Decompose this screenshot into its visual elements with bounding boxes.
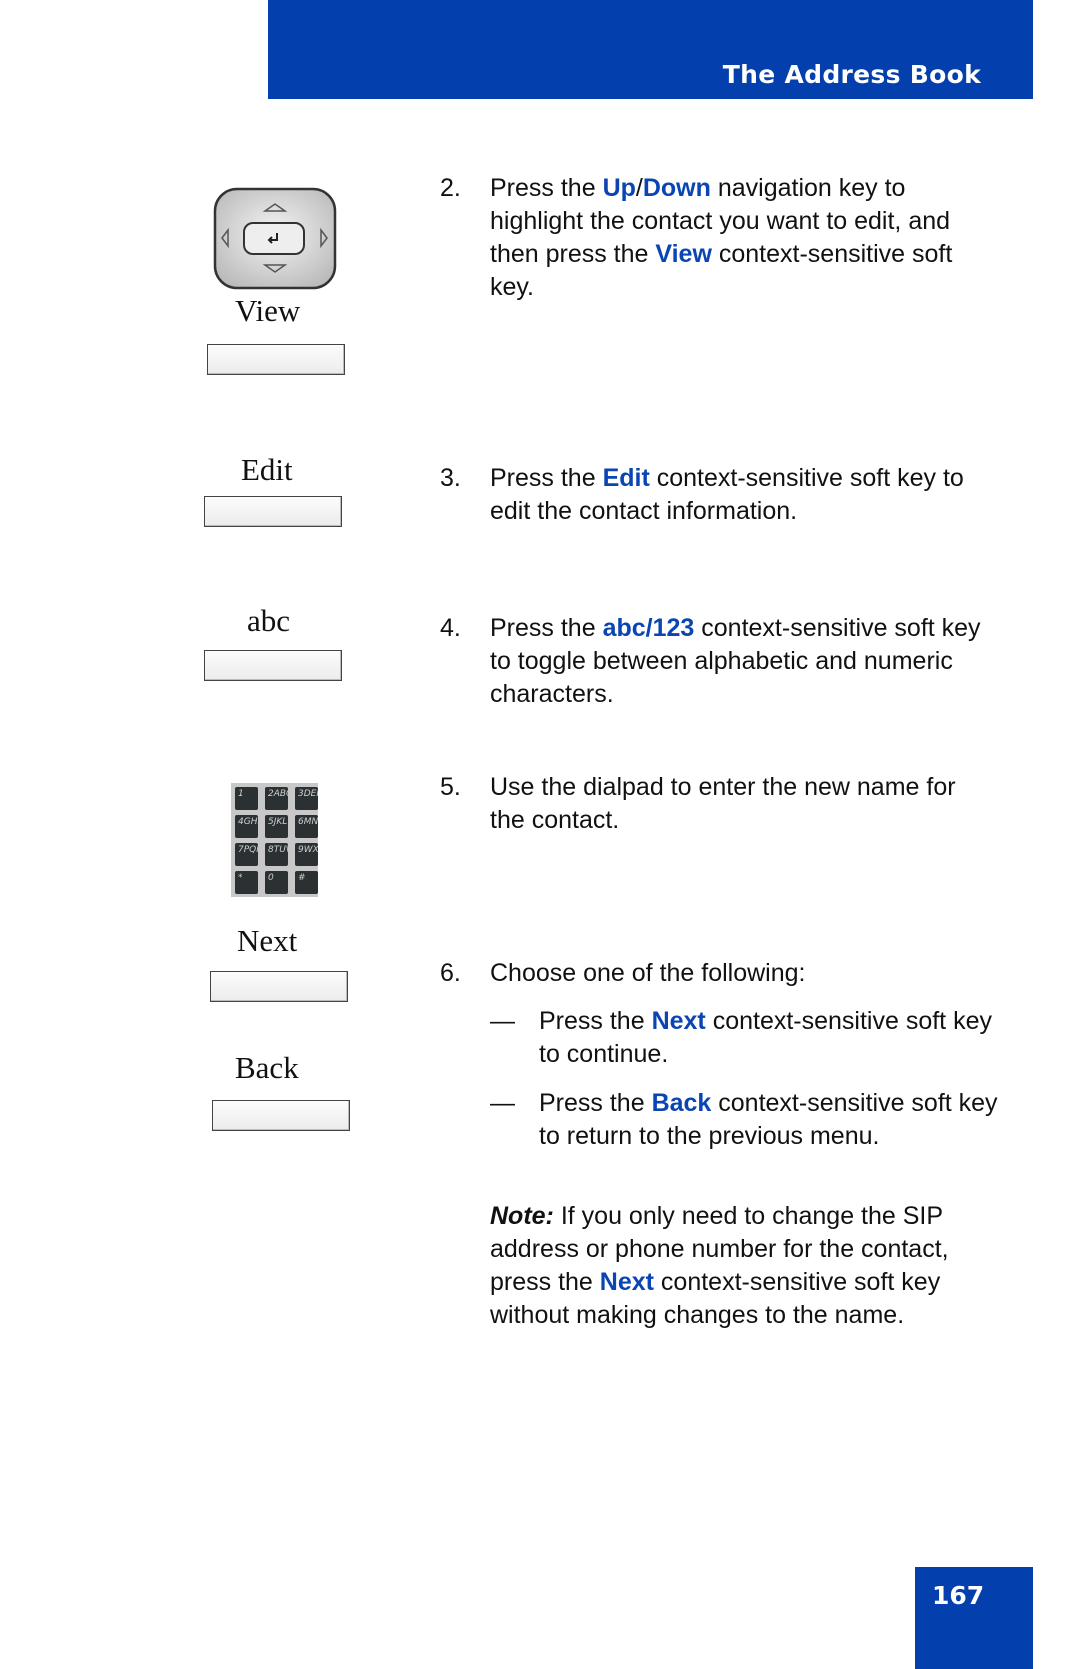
navigation-key-icon [213,187,337,290]
dialpad-key: 1 [235,787,258,810]
note: Note: If you only need to change the SIP… [490,1202,949,1329]
page-number-box: 167 [915,1567,1033,1669]
section-title: The Address Book [722,60,981,89]
step-text: Use the dialpad to enter the new name fo… [490,773,956,834]
next-softkey[interactable] [210,971,348,1002]
view-softkey-label: View [235,293,301,328]
dialpad-key: 7PQRS [235,843,258,866]
dialpad-key: 8TUV [265,843,288,866]
step-text: Press the abc/123 context-sensitive soft… [490,614,981,708]
option-text: Press the Back context-sensitive soft ke… [539,1089,998,1150]
dialpad-key: 5JKL [265,815,288,838]
keyword-down: Down [642,174,711,202]
keyword-next: Next [651,1007,706,1035]
dialpad-key: 9WXYZ [295,843,318,866]
keyword-next: Next [599,1268,654,1296]
keyword-view: View [655,240,712,268]
option-text: Press the Next context-sensitive soft ke… [539,1007,992,1068]
step-number: 6. [440,959,461,987]
page-number: 167 [932,1581,985,1610]
dialpad-key: 6MNO [295,815,318,838]
dialpad-key: 4GHI [235,815,258,838]
header-band: The Address Book [268,0,1033,99]
keyword-back: Back [651,1089,712,1117]
dialpad-icon: 1 2ABC 3DEF 4GHI 5JKL 6MNO 7PQRS 8TUV 9WXYZ * 0 # [231,783,318,897]
keyword-abc: abc [602,614,646,642]
view-softkey[interactable] [207,344,345,375]
dialpad-key: 0 [265,871,288,894]
step-number: 3. [440,464,461,492]
abc-softkey-label: abc [247,603,291,638]
note-label: Note: [490,1202,554,1230]
edit-softkey-label: Edit [241,452,293,487]
keyword-edit: Edit [602,464,650,492]
step-number: 4. [440,614,461,642]
edit-softkey[interactable] [204,496,342,527]
dialpad-key: 2ABC [265,787,288,810]
dash-bullet: — [490,1089,515,1117]
back-softkey-label: Back [235,1050,299,1085]
keyword-up: Up [602,174,636,202]
step-text: Press the Up/Down navigation key to high… [490,174,953,301]
step-text: Press the Edit context-sensitive soft ke… [490,464,964,525]
dash-bullet: — [490,1007,515,1035]
dialpad-key: * [235,871,258,894]
abc-softkey[interactable] [204,650,342,681]
back-softkey[interactable] [212,1100,350,1131]
next-softkey-label: Next [237,923,298,958]
dialpad-key: 3DEF [295,787,318,810]
keyword-123: 123 [652,614,695,642]
dialpad-key: # [295,871,318,894]
step-text: Choose one of the following: [490,959,806,987]
step-number: 2. [440,174,461,202]
step-number: 5. [440,773,461,801]
